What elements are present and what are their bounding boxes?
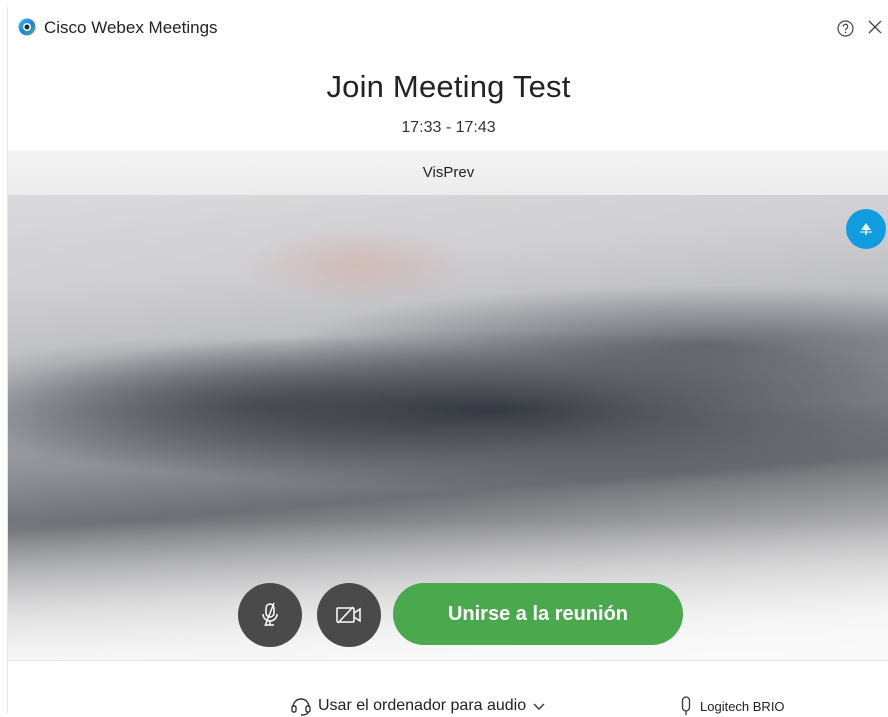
microphone-icon [680,696,692,716]
meeting-time: 17:33 - 17:43 [401,119,496,136]
help-icon[interactable] [836,19,854,37]
footer-divider [8,660,888,661]
virtual-background-icon[interactable] [846,209,886,249]
video-preview: Unirse a la reunión [8,195,888,660]
video-toggle-button[interactable] [317,583,381,647]
title-bar: Cisco Webex Meetings [8,7,888,51]
meeting-title: Join Meeting Test [326,69,571,104]
audio-connection-select[interactable]: Usar el ordenador para audio [290,695,546,717]
join-meeting-button[interactable]: Unirse a la reunión [393,583,683,645]
participant-name: VisPrev [422,164,475,181]
camera-off-icon [335,604,363,626]
headset-icon [290,696,312,716]
mute-button[interactable] [238,583,302,647]
webex-join-window: Cisco Webex Meetings Join Meeting Test 1… [7,7,888,716]
microphone-device-select[interactable]: Logitech BRIO [680,695,785,717]
webex-logo-icon [18,18,36,36]
microphone-device-label: Logitech BRIO [700,698,785,714]
audio-connection-label: Usar el ordenador para audio [318,697,527,714]
chevron-down-icon [532,701,546,711]
microphone-muted-icon [259,602,281,628]
close-icon[interactable] [866,18,884,36]
app-title: Cisco Webex Meetings [44,18,218,37]
participant-name-bar: VisPrev [8,150,888,195]
